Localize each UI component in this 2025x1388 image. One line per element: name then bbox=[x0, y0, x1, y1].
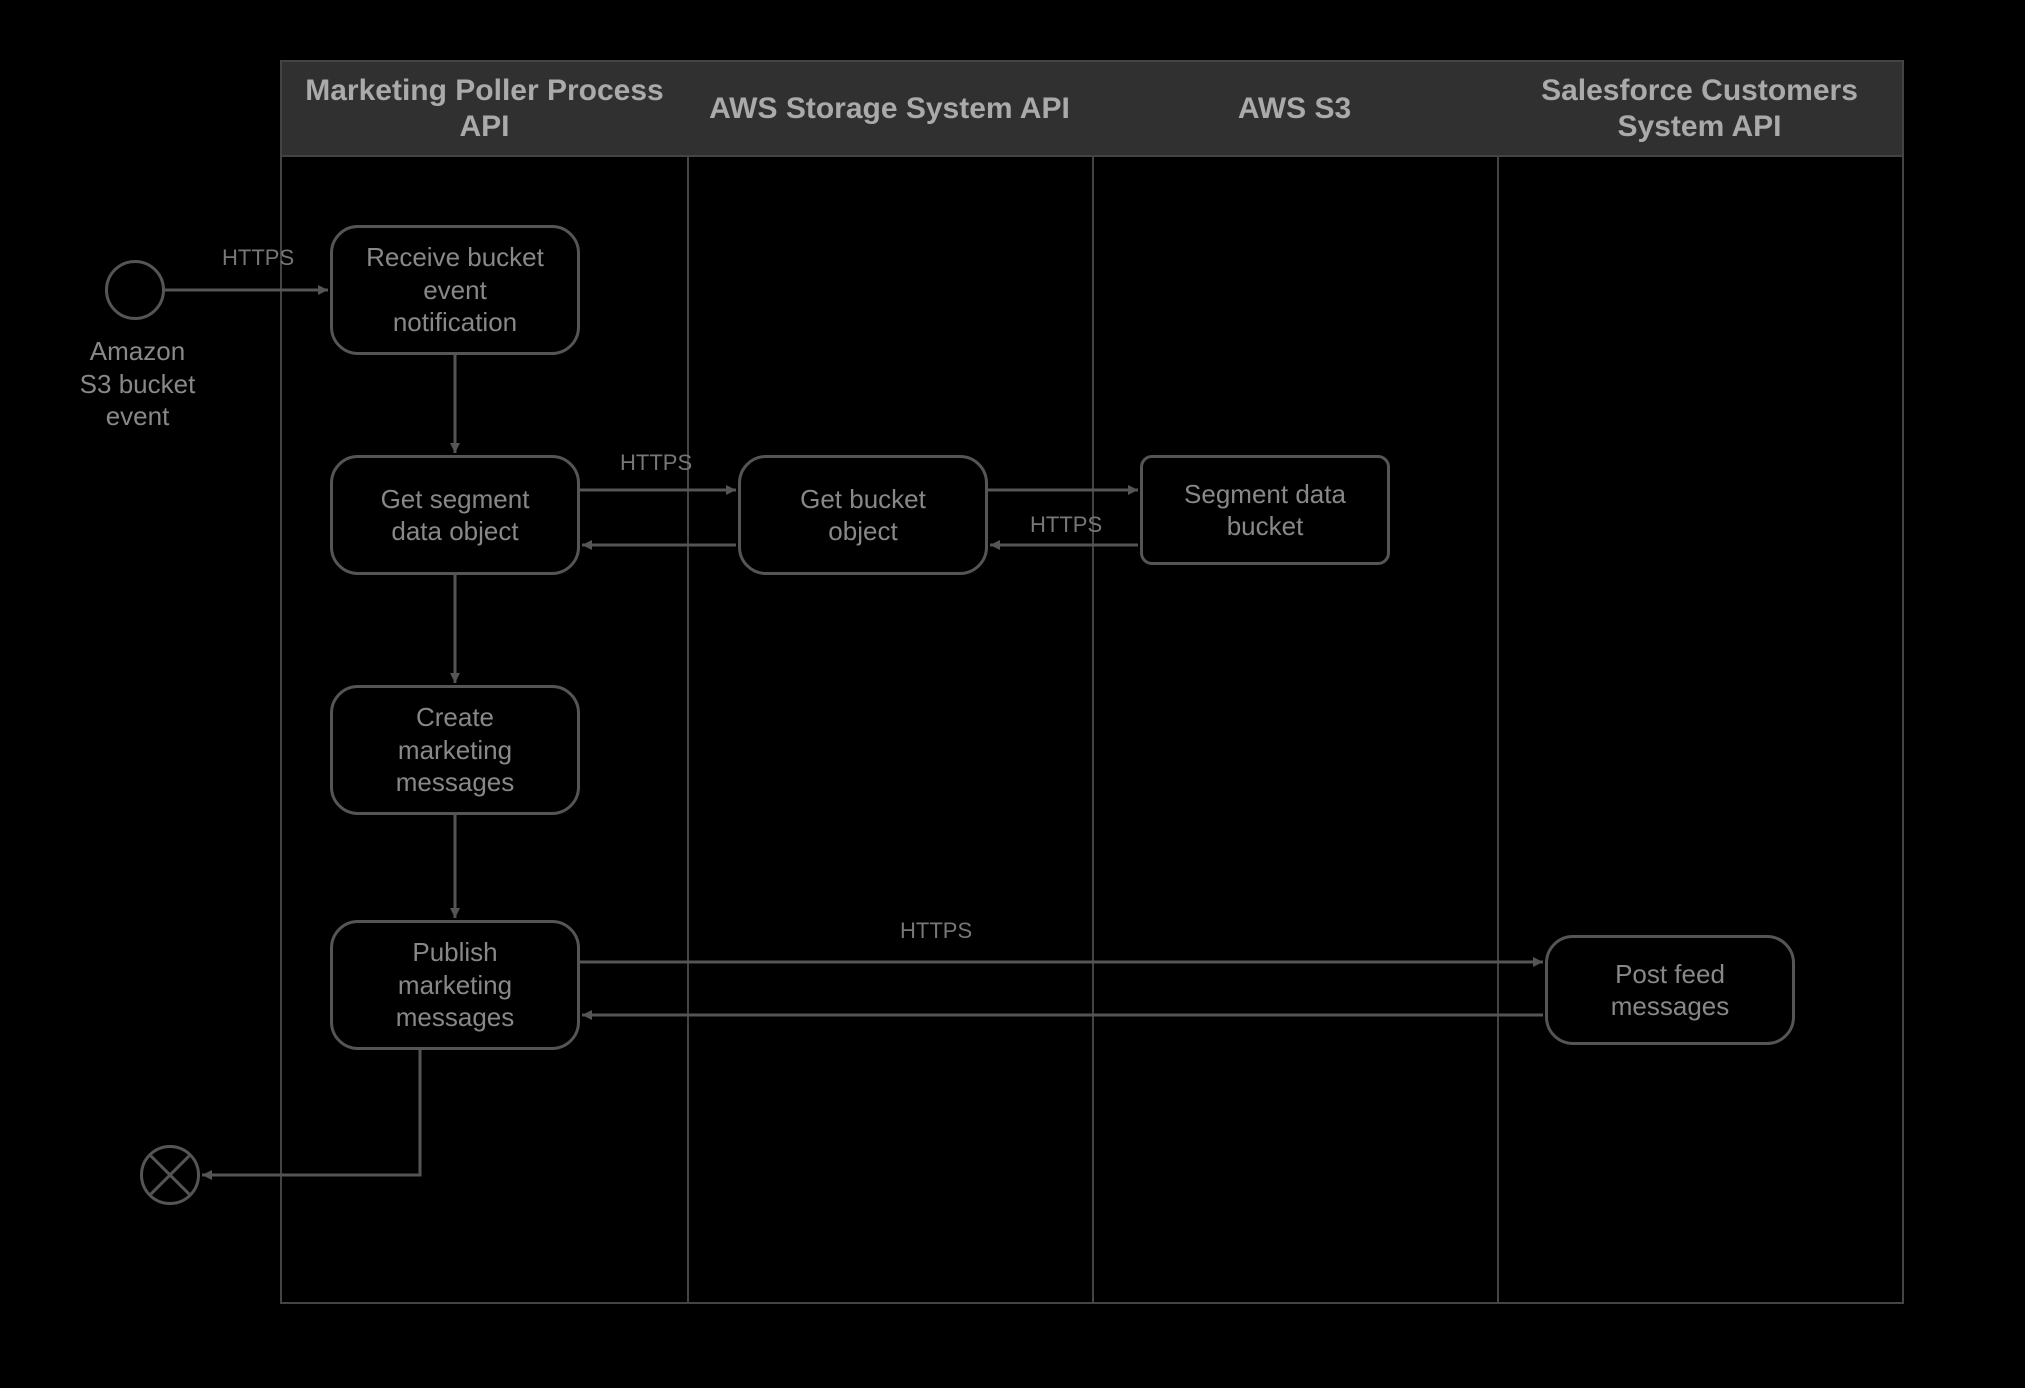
lane-aws-s3: AWS S3 bbox=[1092, 62, 1499, 1302]
edge-label-getsegment-to-getbucket: HTTPS bbox=[620, 450, 692, 476]
node-label: Post feedmessages bbox=[1611, 958, 1730, 1023]
node-get-segment-data-object: Get segmentdata object bbox=[330, 455, 580, 575]
node-create-marketing-messages: Createmarketingmessages bbox=[330, 685, 580, 815]
node-label: Segment databucket bbox=[1184, 478, 1346, 543]
start-event-text: AmazonS3 bucketevent bbox=[80, 336, 196, 431]
start-event-label: AmazonS3 bucketevent bbox=[65, 335, 210, 433]
edge-label-publish-to-postfeed: HTTPS bbox=[900, 918, 972, 944]
node-receive-bucket-event: Receive bucketeventnotification bbox=[330, 225, 580, 355]
node-label: Createmarketingmessages bbox=[396, 701, 515, 799]
lane-salesforce: Salesforce Customers System API bbox=[1497, 62, 1902, 1302]
lane-header-aws-s3: AWS S3 bbox=[1092, 62, 1497, 157]
node-label: Publishmarketingmessages bbox=[396, 936, 515, 1034]
node-label: Get bucketobject bbox=[800, 483, 926, 548]
lane-title: AWS Storage System API bbox=[709, 91, 1070, 127]
lane-header-marketing-poller: Marketing Poller Process API bbox=[282, 62, 687, 157]
lane-aws-storage: AWS Storage System API bbox=[687, 62, 1094, 1302]
diagram-canvas: Marketing Poller Process API AWS Storage… bbox=[0, 0, 2025, 1388]
node-publish-marketing-messages: Publishmarketingmessages bbox=[330, 920, 580, 1050]
lane-title: AWS S3 bbox=[1238, 91, 1351, 127]
lane-title: Marketing Poller Process API bbox=[290, 73, 679, 145]
edge-label-segmentbucket-back: HTTPS bbox=[1030, 512, 1102, 538]
edge-label-start-to-receive: HTTPS bbox=[222, 245, 294, 271]
start-event-icon bbox=[105, 260, 165, 320]
lane-header-salesforce: Salesforce Customers System API bbox=[1497, 62, 1902, 157]
end-event-icon bbox=[140, 1145, 200, 1205]
node-segment-data-bucket: Segment databucket bbox=[1140, 455, 1390, 565]
node-get-bucket-object: Get bucketobject bbox=[738, 455, 988, 575]
node-label: Receive bucketeventnotification bbox=[366, 241, 544, 339]
lane-title: Salesforce Customers System API bbox=[1505, 73, 1894, 145]
node-post-feed-messages: Post feedmessages bbox=[1545, 935, 1795, 1045]
node-label: Get segmentdata object bbox=[381, 483, 530, 548]
lane-header-aws-storage: AWS Storage System API bbox=[687, 62, 1092, 157]
